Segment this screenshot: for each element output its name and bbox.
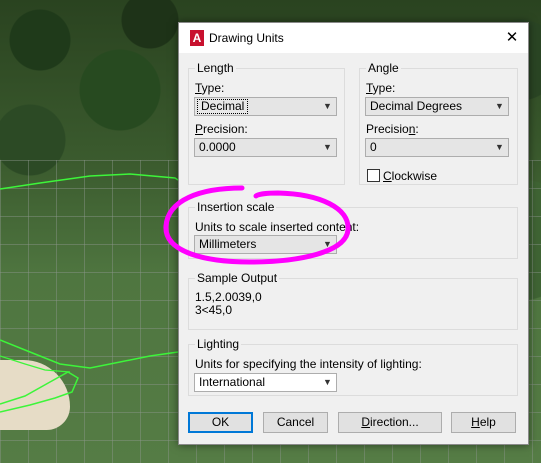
clockwise-checkbox[interactable]: [367, 169, 380, 182]
angle-precision-select[interactable]: 0 ▼: [365, 138, 509, 157]
lighting-group: Lighting Units for specifying the intens…: [188, 337, 518, 396]
close-icon[interactable]: ✕: [496, 23, 528, 53]
chevron-down-icon: ▼: [323, 239, 332, 249]
angle-type-select[interactable]: Decimal Degrees ▼: [365, 97, 509, 116]
length-precision-value: 0.0000: [199, 140, 236, 154]
cancel-button[interactable]: Cancel: [263, 412, 328, 433]
clockwise-label[interactable]: Clockwise: [383, 169, 437, 183]
dialog-title: Drawing Units: [209, 31, 284, 45]
help-button[interactable]: Help: [451, 412, 516, 433]
angle-group: Angle Type: Decimal Degrees ▼ Precision:…: [359, 61, 518, 185]
bunker-outline-lower: [0, 371, 79, 413]
insertion-units-select[interactable]: Millimeters ▼: [194, 235, 337, 254]
autocad-app-icon: A: [190, 30, 204, 46]
length-type-select[interactable]: Decimal ▼: [194, 97, 337, 116]
length-group: Length Type: Decimal ▼ Precision: 0.0000…: [188, 61, 345, 185]
insertion-scale-group: Insertion scale Units to scale inserted …: [188, 200, 518, 259]
lighting-legend: Lighting: [195, 337, 242, 351]
lighting-description: Units for specifying the intensity of li…: [195, 357, 422, 371]
chevron-down-icon: ▼: [495, 142, 504, 152]
lighting-units-value: International: [199, 375, 266, 389]
bunker-outline-upper: [0, 339, 179, 369]
angle-type-label: Type:: [366, 81, 396, 95]
angle-type-value: Decimal Degrees: [370, 99, 463, 113]
length-legend: Length: [195, 61, 236, 75]
ok-button[interactable]: OK: [188, 412, 253, 433]
length-type-label: Type:: [195, 81, 225, 95]
sample-output-line-2: 3<45,0: [195, 303, 233, 317]
drawing-units-dialog: A Drawing Units ✕ Length Type: Decimal ▼…: [178, 22, 529, 445]
angle-precision-label: Precision:: [366, 122, 419, 136]
insertion-units-value: Millimeters: [199, 237, 257, 251]
chevron-down-icon: ▼: [323, 377, 332, 387]
insertion-scale-legend: Insertion scale: [195, 200, 277, 214]
lighting-units-select[interactable]: International ▼: [194, 373, 337, 392]
direction-button[interactable]: Direction...: [338, 412, 442, 433]
angle-precision-value: 0: [370, 140, 377, 154]
angle-legend: Angle: [366, 61, 401, 75]
length-type-value: Decimal: [197, 99, 249, 114]
sample-output-group: Sample Output 1.5,2.0039,0 3<45,0: [188, 271, 518, 330]
sample-output-legend: Sample Output: [195, 271, 280, 285]
chevron-down-icon: ▼: [323, 142, 332, 152]
title-bar[interactable]: A Drawing Units ✕: [179, 23, 528, 53]
length-precision-select[interactable]: 0.0000 ▼: [194, 138, 337, 157]
chevron-down-icon: ▼: [495, 101, 504, 111]
insertion-scale-description: Units to scale inserted content:: [195, 220, 360, 234]
fairway-outline: [0, 173, 179, 190]
length-precision-label: Precision:: [195, 122, 248, 136]
chevron-down-icon: ▼: [323, 101, 332, 111]
